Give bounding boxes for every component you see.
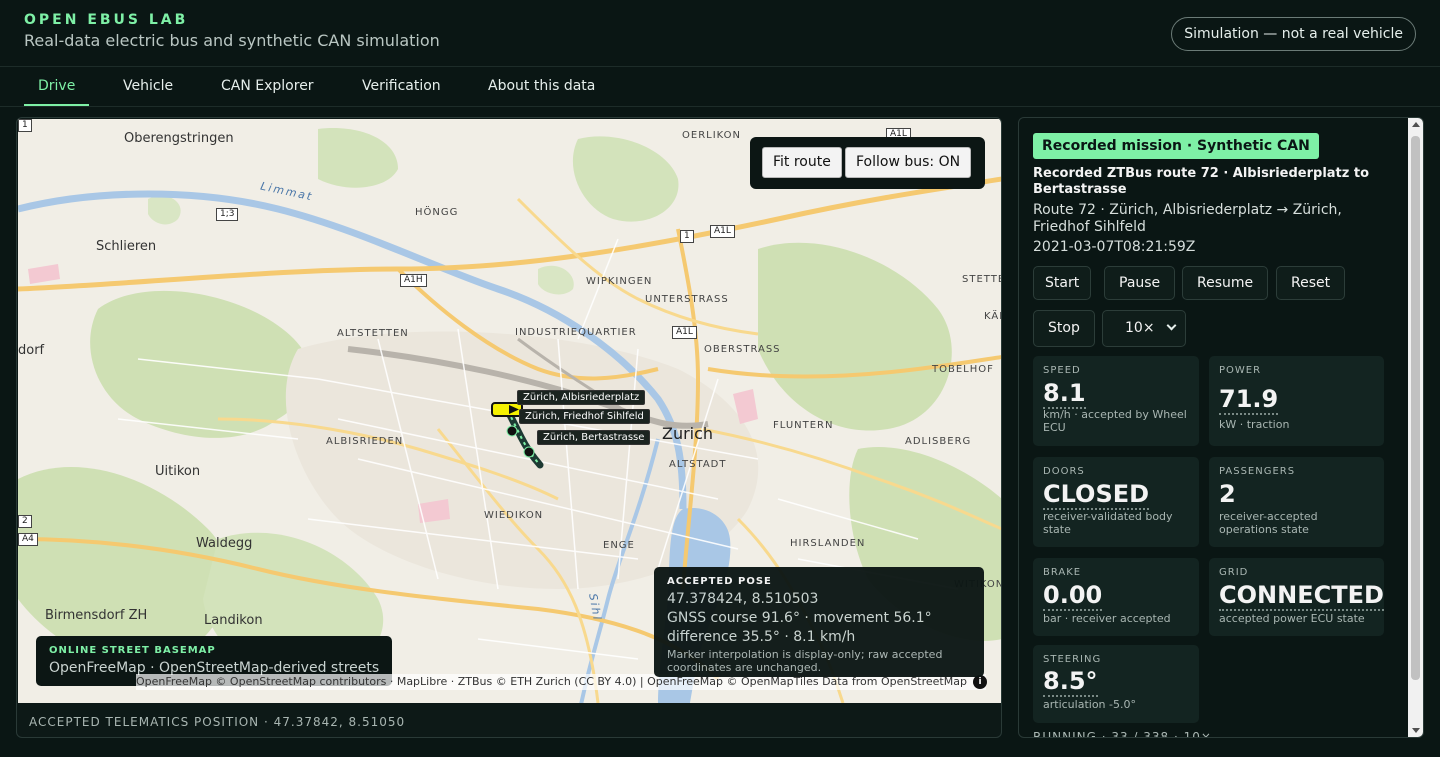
playback-speed-value: 10× [1125,320,1155,336]
metric-card-doors: DOORS CLOSED receiver-validated body sta… [1033,457,1199,547]
tab-drive[interactable]: Drive [24,67,90,106]
street-map[interactable]: Oberengstringen Schlieren dorf Uitikon W… [18,119,1001,703]
pose-difference: difference 35.5° · 8.1 km/h [667,629,856,645]
brand-logo: OPEN EBUS LAB [24,12,189,28]
mission-panel: Recorded mission · Synthetic CAN Recorde… [1018,117,1424,738]
metric-card-speed: SPEED 8.1 km/h · accepted by Wheel ECU [1033,356,1199,446]
metric-card-brake: BRAKE 0.00 bar · receiver accepted [1033,558,1199,636]
metric-value-steering[interactable]: 8.5° [1043,669,1098,697]
metric-value-doors[interactable]: CLOSED [1043,482,1150,510]
metric-value-brake[interactable]: 0.00 [1043,583,1103,611]
main-tabs: Drive Vehicle CAN Explorer Verification … [0,67,1440,107]
metric-card-power: POWER 71.9 kW · traction [1209,356,1384,446]
metric-sub: km/h · accepted by Wheel ECU [1043,408,1187,434]
info-icon[interactable]: i [973,675,987,689]
scroll-thumb[interactable] [1411,136,1420,680]
metric-value-speed[interactable]: 8.1 [1043,381,1086,409]
stop-label-albisriederplatz[interactable]: Zürich, Albisriederplatz [517,390,646,405]
metric-sub: kW · traction [1219,418,1290,431]
map-controls: Fit route Follow bus: ON [750,137,985,189]
accepted-pose-card: ACCEPTED POSE 47.378424, 8.510503 GNSS c… [654,567,984,677]
metric-label: STEERING [1043,654,1102,665]
mission-title: Recorded ZTBus route 72 · Albisriederpla… [1033,166,1370,197]
map-panel: Oberengstringen Schlieren dorf Uitikon W… [16,117,1002,738]
metric-label: PASSENGERS [1219,466,1296,477]
metric-label: SPEED [1043,365,1081,376]
metric-value-passengers: 2 [1219,480,1236,508]
metric-card-grid: GRID CONNECTED accepted power ECU state [1209,558,1384,636]
reset-button[interactable]: Reset [1276,266,1346,300]
app-header: OPEN EBUS LAB Real-data electric bus and… [0,0,1440,67]
tab-vehicle[interactable]: Vehicle [123,67,173,106]
metric-card-passengers: PASSENGERS 2 receiver-accepted operation… [1209,457,1384,547]
pose-note: Marker interpolation is display-only; ra… [667,648,943,674]
playback-speed-select[interactable]: 10× [1102,310,1186,347]
fit-route-button[interactable]: Fit route [762,147,842,178]
tab-verification[interactable]: Verification [362,67,441,106]
pose-course: GNSS course 91.6° · movement 56.1° [667,610,932,626]
start-button[interactable]: Start [1033,266,1092,300]
metric-card-steering: STEERING 8.5° articulation -5.0° [1033,645,1199,723]
app-tagline: Real-data electric bus and synthetic CAN… [24,31,440,50]
mission-timestamp: 2021-03-07T08:21:59Z [1033,239,1196,255]
pose-coordinates: 47.378424, 8.510503 [667,591,819,607]
panel-scrollbar[interactable] [1408,118,1423,737]
metric-label: DOORS [1043,466,1085,477]
follow-bus-button[interactable]: Follow bus: ON [845,147,972,178]
simulation-badge: Simulation — not a real vehicle [1171,17,1416,51]
metric-value-grid[interactable]: CONNECTED [1219,583,1384,611]
mission-route: Route 72 · Zürich, Albisriederplatz → Zü… [1033,202,1342,235]
playback-status: RUNNING · 33 / 338 · 10× [1033,730,1212,738]
metric-sub: receiver-accepted operations state [1219,510,1318,536]
telematics-position: ACCEPTED TELEMATICS POSITION · 47.37842,… [29,715,406,729]
basemap-title: ONLINE STREET BASEMAP [49,645,216,656]
stop-label-friedhof-sihlfeld[interactable]: Zürich, Friedhof Sihlfeld [519,409,650,424]
scroll-up-arrow-icon[interactable] [1412,122,1420,127]
tab-can-explorer[interactable]: CAN Explorer [221,67,314,106]
chevron-down-icon [1166,320,1177,331]
mission-badge: Recorded mission · Synthetic CAN [1033,133,1319,159]
tab-about-data[interactable]: About this data [488,67,595,106]
scroll-down-arrow-icon[interactable] [1412,728,1420,733]
metric-sub: bar · receiver accepted [1043,612,1171,625]
metric-label: GRID [1219,567,1249,578]
stop-button[interactable]: Stop [1033,310,1095,347]
metric-label: BRAKE [1043,567,1082,578]
metric-sub: accepted power ECU state [1219,612,1365,625]
resume-button[interactable]: Resume [1182,266,1269,300]
stop-label-bertastrasse[interactable]: Zürich, Bertastrasse [537,430,651,445]
metric-sub: articulation -5.0° [1043,698,1136,711]
metric-label: POWER [1219,365,1262,376]
pause-button[interactable]: Pause [1104,266,1176,300]
pose-title: ACCEPTED POSE [667,576,772,587]
metric-value-power[interactable]: 71.9 [1219,387,1279,415]
metric-sub: receiver-validated body state [1043,510,1173,536]
